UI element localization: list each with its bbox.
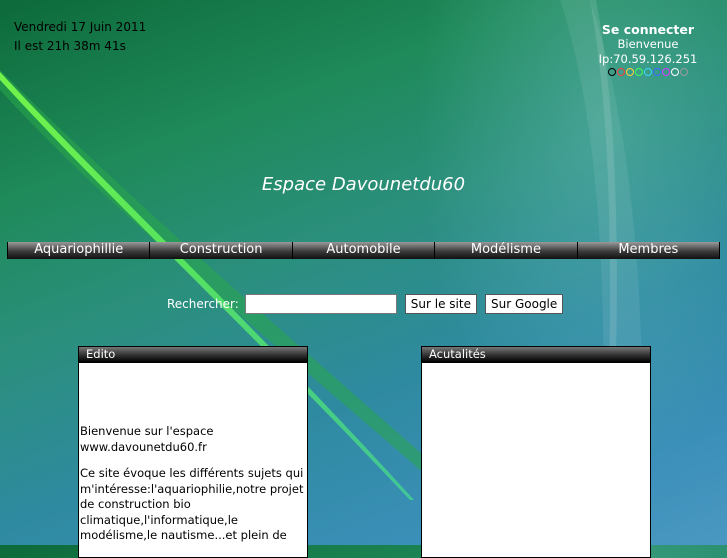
edito-welcome: Bienvenue sur l'espace www.davounetdu60.… [80,424,214,454]
main-nav: Aquariophillie Construction Automobile M… [7,242,721,259]
nav-item-automobile[interactable]: Automobile [292,242,436,259]
theme-color-dot-2[interactable] [626,68,634,76]
nav-item-construction[interactable]: Construction [150,242,293,259]
search-input[interactable] [244,294,397,314]
welcome-text: Bienvenue [617,37,679,51]
current-time: Il est 21h 38m 41s [14,39,126,53]
theme-color-dots [583,68,713,76]
theme-color-dot-8[interactable] [680,68,688,76]
edito-title: Edito [79,347,307,363]
theme-color-dot-0[interactable] [608,68,616,76]
nav-item-modelisme[interactable]: Modélisme [435,242,578,259]
theme-color-dot-3[interactable] [635,68,643,76]
news-panel: Acutalités [421,346,651,558]
login-box: Se connecter Bienvenue Ip:70.59.126.251 [583,22,713,76]
nav-item-aquariophillie[interactable]: Aquariophillie [7,242,151,259]
theme-color-dot-1[interactable] [617,68,625,76]
search-site-button[interactable]: Sur le site [404,294,477,314]
edito-description: Ce site évoque les différents sujets qui… [80,466,304,542]
site-title: Espace Davounetdu60 [261,174,466,195]
date-time-block: Vendredi 17 Juin 2011 Il est 21h 38m 41s [14,18,146,56]
theme-color-dot-7[interactable] [671,68,679,76]
theme-color-dot-4[interactable] [644,68,652,76]
search-bar: Rechercher: Sur le site Sur Google [167,294,571,314]
theme-color-dot-6[interactable] [662,68,670,76]
search-label: Rechercher: [167,297,239,311]
nav-item-membres[interactable]: Membres [577,242,721,259]
news-title: Acutalités [422,347,650,363]
theme-color-dot-5[interactable] [653,68,661,76]
edito-panel: Edito Bienvenue sur l'espace www.davoune… [78,346,308,558]
login-link[interactable]: Se connecter [583,22,713,37]
news-body [422,363,650,424]
edito-body: Bienvenue sur l'espace www.davounetdu60.… [79,363,307,544]
search-google-button[interactable]: Sur Google [484,294,564,314]
current-date: Vendredi 17 Juin 2011 [14,20,147,34]
ip-address: Ip:70.59.126.251 [598,52,698,66]
